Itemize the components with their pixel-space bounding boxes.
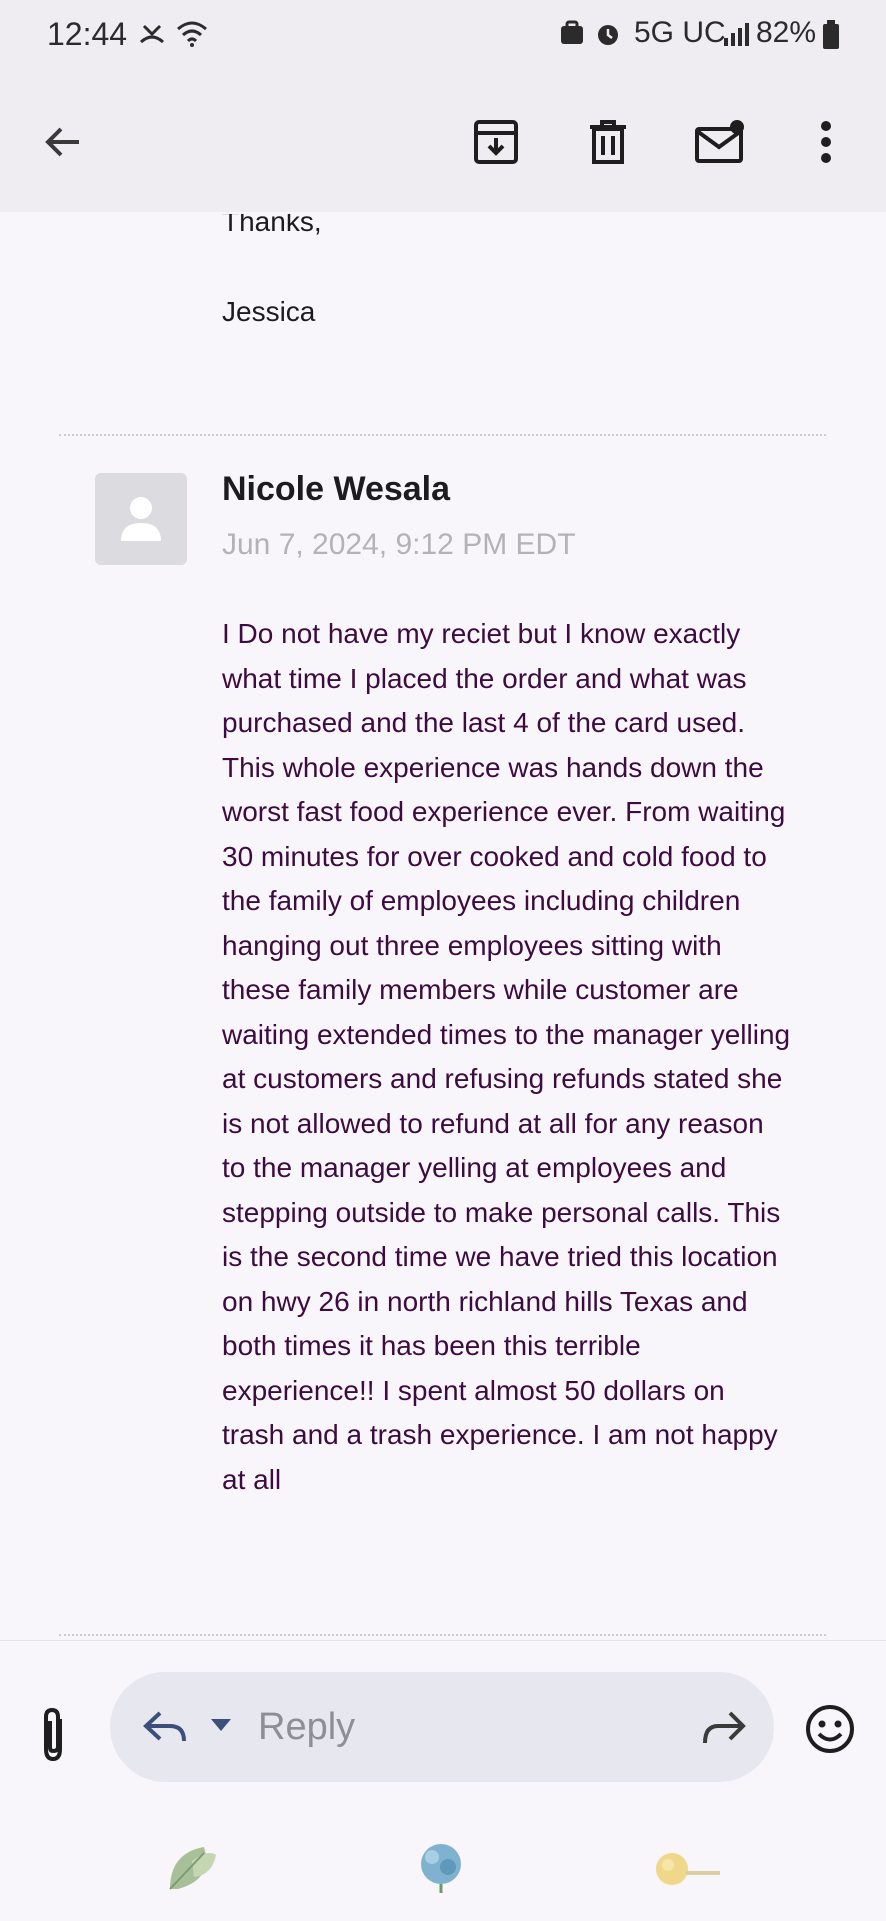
toolbar [0, 72, 886, 212]
sender-name[interactable]: Nicole Wesala [222, 470, 450, 509]
body-line: waiting extended times to the manager ye… [222, 1018, 791, 1050]
reply-icon [143, 1711, 186, 1742]
body-line: is the second time we have tried this lo… [222, 1241, 778, 1272]
call-missed-icon [139, 24, 165, 44]
body-line: I Do not have my reciet but I know exact… [222, 618, 741, 649]
leaf-decoration-icon [169, 1847, 216, 1890]
battery-percent: 82% [756, 16, 817, 49]
yellow-flower-decoration-icon [656, 1853, 720, 1885]
body-line: both times it has been this terrible [222, 1330, 641, 1361]
body-line: stepping outside to make personal calls.… [222, 1196, 781, 1228]
arrow-left-icon [45, 127, 79, 157]
emoji-button[interactable] [804, 1703, 856, 1760]
body-line: is not allowed to refund at all for any … [222, 1107, 764, 1139]
trash-icon [590, 120, 626, 164]
attach-button[interactable] [36, 1705, 72, 1765]
body-line: purchased and the last 4 of the card use… [222, 707, 746, 738]
previous-signature: Jessica [222, 296, 316, 327]
delete-button[interactable] [578, 112, 638, 172]
reply-field[interactable]: Reply [110, 1672, 774, 1782]
battery-icon [823, 20, 839, 49]
body-line: hanging out three employees sitting with [222, 929, 722, 961]
alarm-icon [598, 25, 618, 45]
message-end-divider [59, 1634, 826, 1636]
status-bar: 12:44 5G UC 82% [0, 0, 886, 72]
body-line: at customers and refusing refunds stated… [222, 1063, 783, 1094]
message-divider [59, 434, 826, 436]
work-profile-icon [561, 20, 583, 44]
body-line: the family of employees including childr… [222, 885, 741, 916]
network-type: 5G UC [634, 16, 726, 49]
reply-label: Reply [258, 1706, 356, 1748]
message-date: Jun 7, 2024, 9:12 PM EDT [222, 528, 576, 561]
body-line: at all [222, 1463, 282, 1495]
emoji-icon [806, 1705, 854, 1753]
forward-icon[interactable] [702, 1709, 746, 1747]
body-line: to the manager yelling at employees and [222, 1152, 727, 1183]
back-button[interactable] [33, 112, 93, 172]
paperclip-icon [44, 1707, 62, 1762]
body-line: experience!! I spent almost 50 dollars o… [222, 1374, 725, 1406]
message-body: I Do not have my reciet but I know exact… [222, 612, 832, 1502]
blue-flower-decoration-icon [421, 1844, 461, 1893]
signal-icon [724, 23, 749, 46]
body-line: these family members while customer are [222, 974, 739, 1005]
body-line: This whole experience was hands down the [222, 751, 764, 783]
archive-button[interactable] [466, 112, 526, 172]
more-options-button[interactable] [796, 112, 856, 172]
status-time: 12:44 [47, 16, 128, 52]
body-line: what time I placed the order and what wa… [222, 662, 747, 694]
body-line: worst fast food experience ever. From wa… [222, 796, 786, 827]
caret-down-icon[interactable] [210, 1718, 232, 1732]
more-vert-icon [821, 121, 831, 163]
avatar[interactable] [95, 473, 187, 565]
compose-bar: Reply [0, 1640, 886, 1921]
mail-unread-icon [695, 120, 744, 163]
body-line: on hwy 26 in north richland hills Texas … [222, 1285, 748, 1317]
mark-unread-button[interactable] [690, 112, 750, 172]
wifi-icon [177, 21, 207, 47]
body-line: trash and a trash experience. I am not h… [222, 1419, 778, 1450]
archive-icon [474, 120, 518, 164]
body-line: 30 minutes for over cooked and cold food… [222, 840, 767, 872]
person-icon [121, 497, 161, 541]
